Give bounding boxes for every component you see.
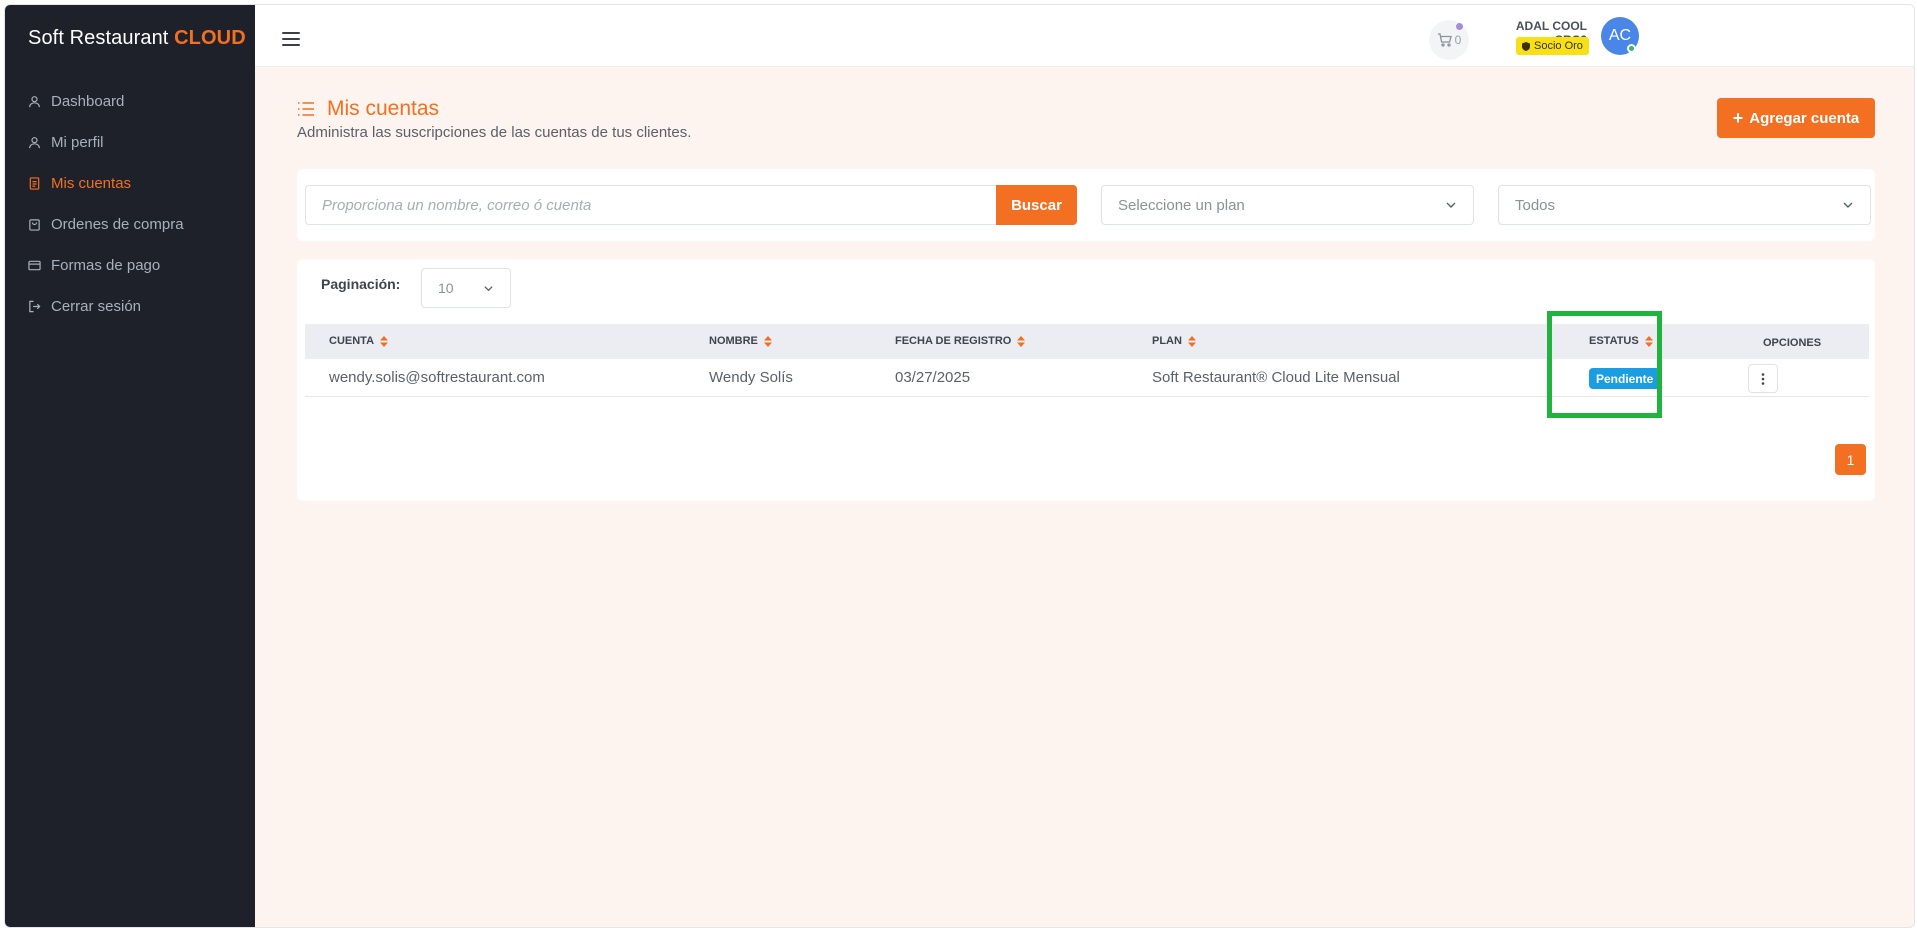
status-column-highlight	[1547, 311, 1662, 418]
page-title: Mis cuentas	[327, 97, 440, 120]
sidebar-item-dashboard[interactable]: Dashboard	[5, 81, 255, 122]
sidebar-item-mi-perfil[interactable]: Mi perfil	[5, 122, 255, 163]
user-badge-label: Socio Oro	[1534, 40, 1583, 52]
page-subtitle: Administra las suscripciones de las cuen…	[297, 124, 692, 141]
sidebar-item-mis-cuentas[interactable]: Mis cuentas	[5, 163, 255, 204]
more-vertical-icon	[1761, 372, 1765, 385]
column-header-cuenta[interactable]: CUENTA	[329, 335, 389, 347]
pagination-label: Paginación:	[321, 276, 401, 292]
sidebar-item-ordenes-de-compra[interactable]: Ordenes de compra	[5, 204, 255, 245]
sort-icon	[380, 335, 389, 347]
online-status-indicator	[1627, 44, 1636, 53]
document-icon	[27, 177, 41, 191]
brand-accent: CLOUD	[174, 27, 246, 49]
column-header-label: PLAN	[1152, 335, 1182, 347]
pagination-page-button[interactable]: 1	[1835, 444, 1866, 475]
card-icon	[27, 259, 41, 273]
column-header-label: NOMBRE	[709, 335, 758, 347]
page-size-value: 10	[438, 280, 454, 296]
sidebar-item-cerrar-sesion[interactable]: Cerrar sesión	[5, 286, 255, 327]
sidebar-item-label: Formas de pago	[51, 257, 161, 274]
cart-count: 0	[1454, 33, 1462, 47]
column-header-nombre[interactable]: NOMBRE	[709, 335, 772, 347]
user-icon	[27, 136, 41, 150]
notification-dot	[1456, 23, 1463, 30]
column-header-opciones: OPCIONES	[1763, 337, 1821, 349]
plan-select-value: Seleccione un plan	[1118, 196, 1245, 214]
cell-plan: Soft Restaurant® Cloud Lite Mensual	[1152, 369, 1400, 386]
list-icon	[298, 102, 314, 116]
sidebar-item-label: Cerrar sesión	[51, 298, 142, 315]
filter-card: Buscar Seleccione un plan Todos	[297, 169, 1875, 241]
search-input[interactable]	[305, 185, 996, 225]
chevron-down-icon	[1843, 202, 1853, 208]
cell-cuenta: wendy.solis@softrestaurant.com	[329, 369, 545, 386]
sidebar: Soft Restaurant CLOUD Dashboard Mi perfi…	[5, 5, 255, 927]
logout-icon	[27, 300, 41, 314]
status-select[interactable]: Todos	[1498, 185, 1871, 225]
cell-nombre: Wendy Solís	[709, 369, 793, 386]
sort-icon	[1017, 335, 1026, 347]
status-select-value: Todos	[1515, 196, 1556, 214]
column-header-label: FECHA DE REGISTRO	[895, 335, 1012, 347]
menu-toggle-icon[interactable]	[282, 32, 300, 46]
plan-select[interactable]: Seleccione un plan	[1101, 185, 1474, 225]
column-header-plan[interactable]: PLAN	[1152, 335, 1196, 347]
page-size-select[interactable]: 10	[421, 268, 511, 308]
add-account-button[interactable]: + Agregar cuenta	[1717, 98, 1875, 138]
row-options-button[interactable]	[1748, 364, 1778, 393]
sidebar-item-label: Ordenes de compra	[51, 216, 184, 233]
sidebar-item-label: Mis cuentas	[51, 175, 132, 192]
shield-icon	[1522, 41, 1530, 51]
search-button[interactable]: Buscar	[996, 185, 1077, 225]
brand-logo[interactable]: Soft Restaurant CLOUD	[28, 27, 246, 50]
chevron-down-icon	[484, 286, 493, 292]
cart-icon	[1437, 33, 1452, 47]
sort-icon	[1187, 335, 1196, 347]
sidebar-item-label: Dashboard	[51, 93, 125, 110]
column-header-label: OPCIONES	[1763, 337, 1822, 349]
sidebar-item-label: Mi perfil	[51, 134, 104, 151]
sidebar-item-formas-de-pago[interactable]: Formas de pago	[5, 245, 255, 286]
add-account-label: Agregar cuenta	[1749, 109, 1860, 127]
plus-icon: +	[1732, 108, 1744, 128]
topbar	[255, 5, 1914, 67]
app-window: Soft Restaurant CLOUD Dashboard Mi perfi…	[4, 4, 1915, 928]
column-header-label: CUENTA	[329, 335, 375, 347]
user-badge: Socio Oro	[1516, 37, 1589, 55]
sidebar-nav: Dashboard Mi perfil Mis cuentas Ordenes …	[5, 81, 255, 327]
brand-name: Soft Restaurant	[28, 27, 169, 49]
cell-fecha: 03/27/2025	[895, 369, 971, 386]
user-icon	[27, 95, 41, 109]
column-header-fecha[interactable]: FECHA DE REGISTRO	[895, 335, 1026, 347]
bag-icon	[27, 218, 41, 232]
sort-icon	[763, 335, 772, 347]
cart-button[interactable]: 0	[1429, 20, 1469, 60]
chevron-down-icon	[1446, 202, 1456, 208]
